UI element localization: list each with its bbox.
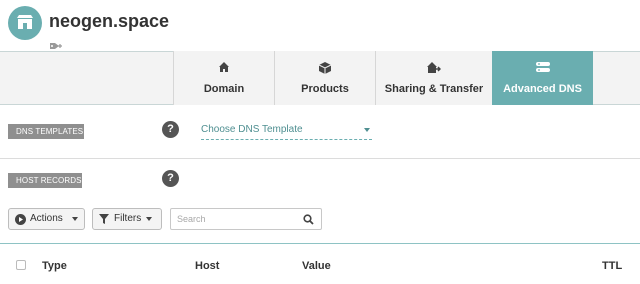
house-transfer-icon bbox=[376, 61, 492, 75]
help-icon[interactable]: ? bbox=[162, 170, 179, 187]
help-icon[interactable]: ? bbox=[162, 121, 179, 138]
column-header-host[interactable]: Host bbox=[195, 260, 219, 272]
chevron-down-icon bbox=[72, 217, 78, 221]
host-records-label: HOST RECORDS bbox=[8, 173, 82, 188]
section-divider bbox=[0, 158, 640, 159]
domain-title: neogen.space bbox=[49, 11, 170, 31]
chevron-down-icon bbox=[364, 128, 370, 132]
dns-template-select-value: Choose DNS Template bbox=[201, 124, 303, 135]
tab-label: Sharing & Transfer bbox=[384, 83, 484, 95]
select-all-checkbox[interactable] bbox=[16, 260, 26, 270]
box-icon bbox=[275, 61, 375, 75]
search-icon[interactable] bbox=[303, 214, 314, 225]
tab-products[interactable]: Products bbox=[274, 51, 375, 105]
tab-label: Domain bbox=[203, 83, 245, 95]
dns-template-select[interactable]: Choose DNS Template bbox=[201, 124, 372, 140]
filters-label: Filters bbox=[114, 213, 142, 224]
home-icon bbox=[174, 61, 274, 75]
column-header-ttl[interactable]: TTL bbox=[602, 260, 622, 272]
tab-domain[interactable]: Domain bbox=[173, 51, 274, 105]
tab-label: Products bbox=[301, 83, 349, 95]
search-input[interactable] bbox=[177, 211, 297, 227]
server-icon bbox=[492, 61, 593, 75]
tab-advanced-dns[interactable]: Advanced DNS bbox=[492, 51, 593, 105]
tag-add-icon[interactable] bbox=[50, 38, 64, 49]
filters-button[interactable]: Filters bbox=[92, 208, 162, 230]
chevron-down-icon bbox=[146, 217, 152, 221]
actions-button[interactable]: Actions bbox=[8, 208, 85, 230]
filter-icon bbox=[99, 214, 109, 224]
search-box[interactable] bbox=[170, 208, 322, 230]
tab-sharing-transfer[interactable]: Sharing & Transfer bbox=[375, 51, 492, 105]
table-top-border bbox=[0, 243, 640, 244]
column-header-value[interactable]: Value bbox=[302, 260, 331, 272]
play-circle-icon bbox=[15, 214, 26, 225]
actions-label: Actions bbox=[30, 213, 63, 224]
column-header-type[interactable]: Type bbox=[42, 260, 67, 272]
tab-label: Advanced DNS bbox=[503, 83, 582, 95]
dns-templates-label: DNS TEMPLATES bbox=[8, 124, 84, 139]
storefront-icon bbox=[8, 6, 42, 40]
